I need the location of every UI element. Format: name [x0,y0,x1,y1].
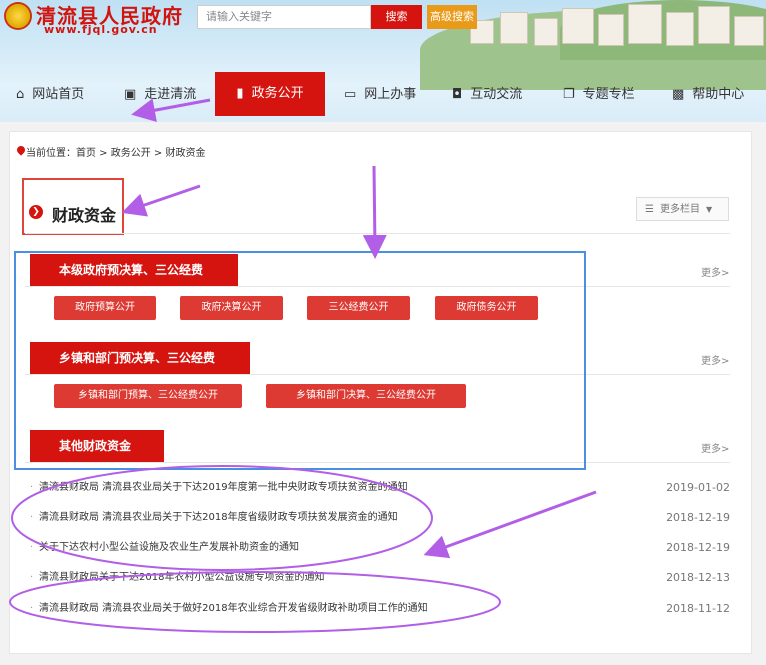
section-divider [25,233,730,234]
scenery-building [666,12,694,46]
more-columns-dropdown[interactable]: ☰ 更多栏目 ▼ [636,197,729,221]
scenery-building [562,8,594,44]
advanced-search-button[interactable]: 高级搜索 [427,5,477,29]
bullet: · [30,572,34,583]
annotation-highlight-box [22,178,124,235]
site-url: www.fjql.gov.cn [44,23,158,36]
nav-item-topics[interactable]: ❐ 专题专栏 [563,76,635,116]
news-date: 2018-12-19 [666,511,730,524]
nav-label: 网站首页 [32,87,85,102]
news-title[interactable]: 清流县财政局 清流县农业局关于下达2019年度第一批中央财政专项扶贫资金的通知 [39,478,408,498]
nav-label: 互动交流 [470,87,523,102]
nav-item-about[interactable]: ▣ 走进清流 [124,76,196,116]
annotation-highlight-box-blue [14,251,586,470]
monitor-icon: ▭ [344,87,357,102]
main-nav: ⌂ 网站首页 ▣ 走进清流 ▮ 政务公开 ▭ 网上办事 ◘ 互动交流 ❐ 专题专栏 ▩ 帮助中… [0,72,766,116]
news-item[interactable]: · 清流县财政局 清流县农业局关于做好2018年农业综合开发省级财政补助项目工作的… [26,599,736,619]
home-icon: ⌂ [16,87,25,102]
nav-item-interaction[interactable]: ◘ 互动交流 [452,76,522,116]
nav-label: 政务公开 [251,86,304,101]
news-title[interactable]: 关于下达农村小型公益设施及农业生产发展补助资金的通知 [39,538,299,558]
scenery-building [628,4,662,44]
news-date: 2019-01-02 [666,481,730,494]
news-date: 2018-11-12 [666,602,730,615]
nav-label: 走进清流 [144,87,197,102]
more-link[interactable]: 更多> [701,440,729,455]
more-link[interactable]: 更多> [701,264,729,279]
breadcrumb: 当前位置：首页 > 政务公开 > 财政资金 [10,132,751,172]
nav-item-online-service[interactable]: ▭ 网上办事 [344,76,416,116]
caret-down-icon: ▼ [705,205,713,214]
location-pin-icon [15,144,27,156]
picture-icon: ▣ [124,87,137,102]
news-item[interactable]: · 清流县财政局关于下达2018年农村小型公益设施专项资金的通知 2018-12-1… [26,568,736,588]
more-columns-label: 更多栏目 [659,204,700,215]
search-button[interactable]: 搜索 [371,5,422,29]
scenery-building [500,12,528,44]
bullet: · [30,542,34,553]
bullet: · [30,482,34,493]
list-icon: ☰ [645,204,654,215]
chat-icon: ◘ [452,87,463,102]
scenery-building [534,18,558,46]
nav-item-home[interactable]: ⌂ 网站首页 [16,76,84,116]
breadcrumb-text[interactable]: 当前位置：首页 > 政务公开 > 财政资金 [26,132,205,176]
scenery-building [598,14,624,46]
bookmark-icon: ▮ [236,86,244,101]
nav-label: 专题专栏 [582,87,635,102]
nav-item-gov-affairs[interactable]: ▮ 政务公开 [215,72,325,116]
news-title[interactable]: 清流县财政局 清流县农业局关于下达2018年度省级财政专项扶贫发展资金的通知 [39,508,398,528]
news-item[interactable]: · 清流县财政局 清流县农业局关于下达2018年度省级财政专项扶贫发展资金的通知 2… [26,508,736,528]
window-icon: ❐ [563,87,575,102]
scenery-building [698,6,730,44]
site-header: 清流县人民政府 www.fjql.gov.cn 请输入关键字 搜索 高级搜索 ⌂… [0,0,766,122]
search-input[interactable]: 请输入关键字 [197,5,371,29]
national-emblem-icon [4,2,32,30]
help-icon: ▩ [672,87,685,102]
news-date: 2018-12-19 [666,541,730,554]
bullet: · [30,512,34,523]
nav-item-help[interactable]: ▩ 帮助中心 [672,76,744,116]
news-title[interactable]: 清流县财政局关于下达2018年农村小型公益设施专项资金的通知 [39,568,324,588]
news-title[interactable]: 清流县财政局 清流县农业局关于做好2018年农业综合开发省级财政补助项目工作的通… [39,599,428,619]
news-item[interactable]: · 清流县财政局 清流县农业局关于下达2019年度第一批中央财政专项扶贫资金的通知… [26,478,736,498]
nav-label: 网上办事 [364,87,417,102]
bullet: · [30,603,34,614]
scenery-building [734,16,764,46]
nav-label: 帮助中心 [692,87,745,102]
news-date: 2018-12-13 [666,571,730,584]
news-item[interactable]: · 关于下达农村小型公益设施及农业生产发展补助资金的通知 2018-12-19 [26,538,736,558]
more-link[interactable]: 更多> [701,352,729,367]
